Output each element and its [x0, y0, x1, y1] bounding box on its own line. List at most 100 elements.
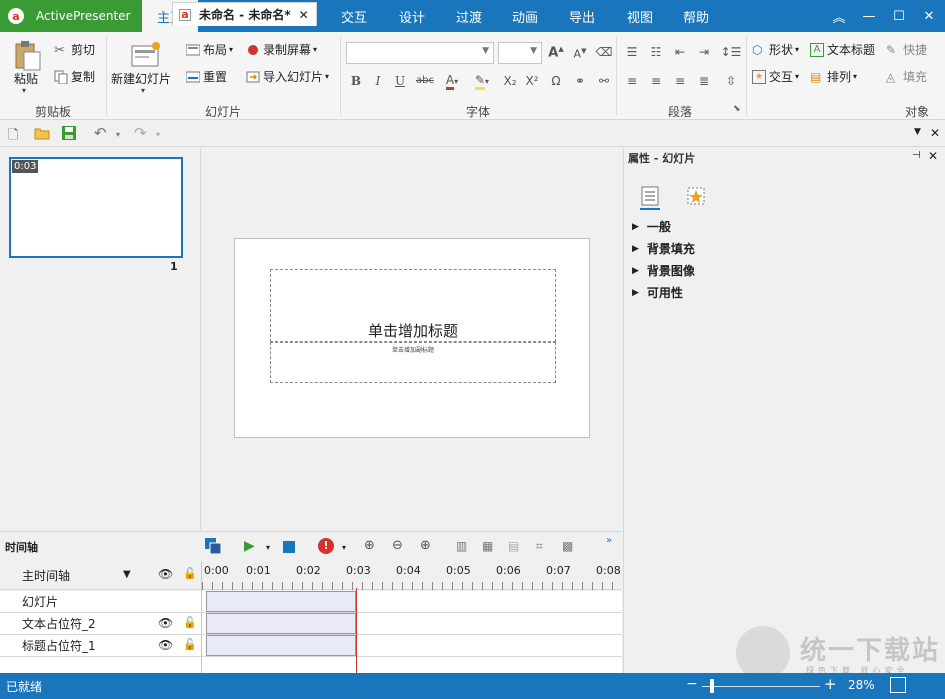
document-list-icon[interactable]: ▼: [914, 127, 921, 137]
text-direction-icon[interactable]: ⇳: [718, 74, 744, 88]
section-general[interactable]: ▶ 一般: [632, 218, 671, 235]
shrink-font-icon[interactable]: A▼: [570, 47, 590, 61]
eye-icon[interactable]: 👁: [158, 567, 173, 581]
insert-link-icon[interactable]: ⚭: [570, 74, 590, 88]
tab-design[interactable]: 设计: [384, 0, 440, 32]
section-background-image[interactable]: ▶ 背景图像: [632, 262, 695, 279]
shape-button[interactable]: ⬡ 形状 ▾: [752, 41, 799, 58]
undo-icon[interactable]: ↶: [94, 124, 107, 142]
join-icon[interactable]: ▦: [482, 539, 493, 553]
close-document-icon[interactable]: ✕: [930, 126, 940, 140]
bullet-list-icon[interactable]: ☰: [622, 45, 642, 59]
delete-range-icon[interactable]: ▤: [508, 539, 519, 553]
split-icon[interactable]: ▥: [456, 539, 467, 553]
record-screen-button[interactable]: 录制屏幕 ▾: [246, 41, 317, 58]
slide-canvas[interactable]: 单击增加标题 单击增加副标题: [234, 238, 590, 438]
close-properties-icon[interactable]: ✕: [928, 149, 938, 163]
tab-help[interactable]: 帮助: [670, 0, 722, 32]
justify-icon[interactable]: ≣: [694, 74, 714, 88]
section-accessibility[interactable]: ▶ 可用性: [632, 284, 683, 301]
new-file-icon[interactable]: 🗋: [8, 126, 18, 148]
crop-icon[interactable]: ⌗: [536, 539, 543, 554]
playhead[interactable]: [356, 588, 357, 673]
tab-animations[interactable]: 动画: [498, 0, 552, 32]
tab-view[interactable]: 视图: [612, 0, 668, 32]
time-ruler[interactable]: 0:00 0:01 0:02 0:03 0:04 0:05 0:06 0:07 …: [202, 562, 622, 590]
open-folder-icon[interactable]: [34, 126, 50, 140]
font-size-select[interactable]: ▼: [498, 42, 542, 64]
properties-general-tab-icon[interactable]: [640, 186, 660, 206]
import-slides-button[interactable]: 导入幻灯片 ▾: [246, 68, 329, 85]
stop-icon[interactable]: [283, 541, 295, 553]
grow-font-icon[interactable]: A▲: [546, 45, 566, 60]
play-icon[interactable]: ▶: [244, 538, 255, 554]
line-spacing-icon[interactable]: ↕☰: [718, 45, 744, 59]
play-dropdown-icon[interactable]: ▾: [266, 543, 270, 552]
bold-button[interactable]: B: [346, 74, 366, 88]
timeline-color-icon[interactable]: [205, 538, 222, 555]
align-right-icon[interactable]: ≡: [670, 74, 690, 88]
tab-export[interactable]: 导出: [554, 0, 610, 32]
eye-icon[interactable]: 👁: [158, 638, 173, 652]
font-color-button[interactable]: A▾: [438, 73, 466, 90]
align-center-icon[interactable]: ≡: [646, 74, 666, 88]
maximize-icon[interactable]: ☐: [882, 0, 916, 32]
document-tab[interactable]: a 未命名 - 未命名* ✕: [172, 2, 317, 26]
superscript-button[interactable]: X²: [522, 74, 542, 88]
zoom-out-button[interactable]: −: [686, 676, 698, 692]
layout-button[interactable]: 布局 ▾: [185, 41, 233, 58]
insert-time-icon[interactable]: ▩: [562, 539, 573, 553]
zoom-in-icon[interactable]: ⊕: [420, 538, 431, 553]
underline-button[interactable]: U: [390, 74, 410, 88]
new-slide-button[interactable]: 新建幻灯片: [111, 70, 171, 87]
collapse-ribbon-icon[interactable]: ︽: [822, 0, 856, 32]
fill-button[interactable]: ◬ 填充: [886, 68, 927, 85]
more-tools-icon[interactable]: »: [606, 535, 612, 546]
subscript-button[interactable]: X₂: [500, 74, 520, 88]
title-placeholder-timeline-bar[interactable]: [206, 635, 356, 656]
section-background-fill[interactable]: ▶ 背景填充: [632, 240, 695, 257]
fit-to-window-icon[interactable]: [890, 677, 906, 693]
cut-button[interactable]: ✂ 剪切: [54, 41, 95, 58]
lock-icon[interactable]: 🔓: [183, 638, 197, 651]
text-placeholder-timeline-bar[interactable]: [206, 613, 356, 634]
increase-indent-icon[interactable]: ⇥: [694, 45, 714, 59]
highlight-button[interactable]: ✎▾: [468, 73, 496, 90]
lock-icon[interactable]: 🔓: [183, 567, 197, 580]
save-icon[interactable]: [62, 126, 78, 140]
paragraph-dialog-launcher-icon[interactable]: ⬊: [733, 104, 741, 114]
redo-dropdown-icon[interactable]: ▾: [156, 130, 160, 139]
pin-icon[interactable]: ⊣: [912, 150, 921, 161]
document-tab-close-icon[interactable]: ✕: [299, 8, 309, 22]
minimize-icon[interactable]: —: [852, 0, 886, 32]
lock-icon[interactable]: 🔓: [183, 616, 197, 629]
close-icon[interactable]: ✕: [912, 0, 945, 32]
reset-button[interactable]: 重置: [185, 68, 227, 85]
italic-button[interactable]: I: [368, 74, 388, 88]
redo-icon[interactable]: ↷: [134, 124, 147, 142]
app-button[interactable]: a ActivePresenter: [0, 0, 142, 32]
zoom-fit-icon[interactable]: ⊕: [364, 538, 375, 553]
record-dropdown-icon[interactable]: ▾: [342, 543, 346, 552]
align-left-icon[interactable]: ≡: [622, 74, 642, 88]
tab-transitions[interactable]: 过渡: [442, 0, 496, 32]
interaction-button[interactable]: ★ 交互 ▾: [752, 68, 799, 85]
zoom-in-button[interactable]: +: [824, 675, 837, 693]
strikethrough-button[interactable]: abc: [414, 75, 436, 86]
slide-timeline-bar[interactable]: [206, 591, 356, 612]
font-family-select[interactable]: ▼: [346, 42, 494, 64]
decrease-indent-icon[interactable]: ⇤: [670, 45, 690, 59]
paste-button[interactable]: 粘贴: [14, 70, 38, 87]
paste-dropdown-icon[interactable]: ▾: [22, 86, 26, 95]
eye-icon[interactable]: 👁: [158, 616, 173, 630]
numbered-list-icon[interactable]: ☷: [646, 45, 666, 59]
slide-thumbnail[interactable]: 0:03: [9, 157, 183, 258]
zoom-out-icon[interactable]: ⊖: [392, 538, 403, 553]
undo-dropdown-icon[interactable]: ▾: [116, 130, 120, 139]
arrange-button[interactable]: ▤ 排列 ▾: [810, 68, 857, 85]
tab-interaction[interactable]: 交互: [326, 0, 382, 32]
zoom-slider-track[interactable]: [702, 686, 820, 687]
timeline-select-dropdown-icon[interactable]: ▼: [123, 569, 131, 580]
new-slide-dropdown-icon[interactable]: ▾: [141, 86, 145, 95]
properties-interaction-tab-icon[interactable]: [686, 186, 706, 206]
